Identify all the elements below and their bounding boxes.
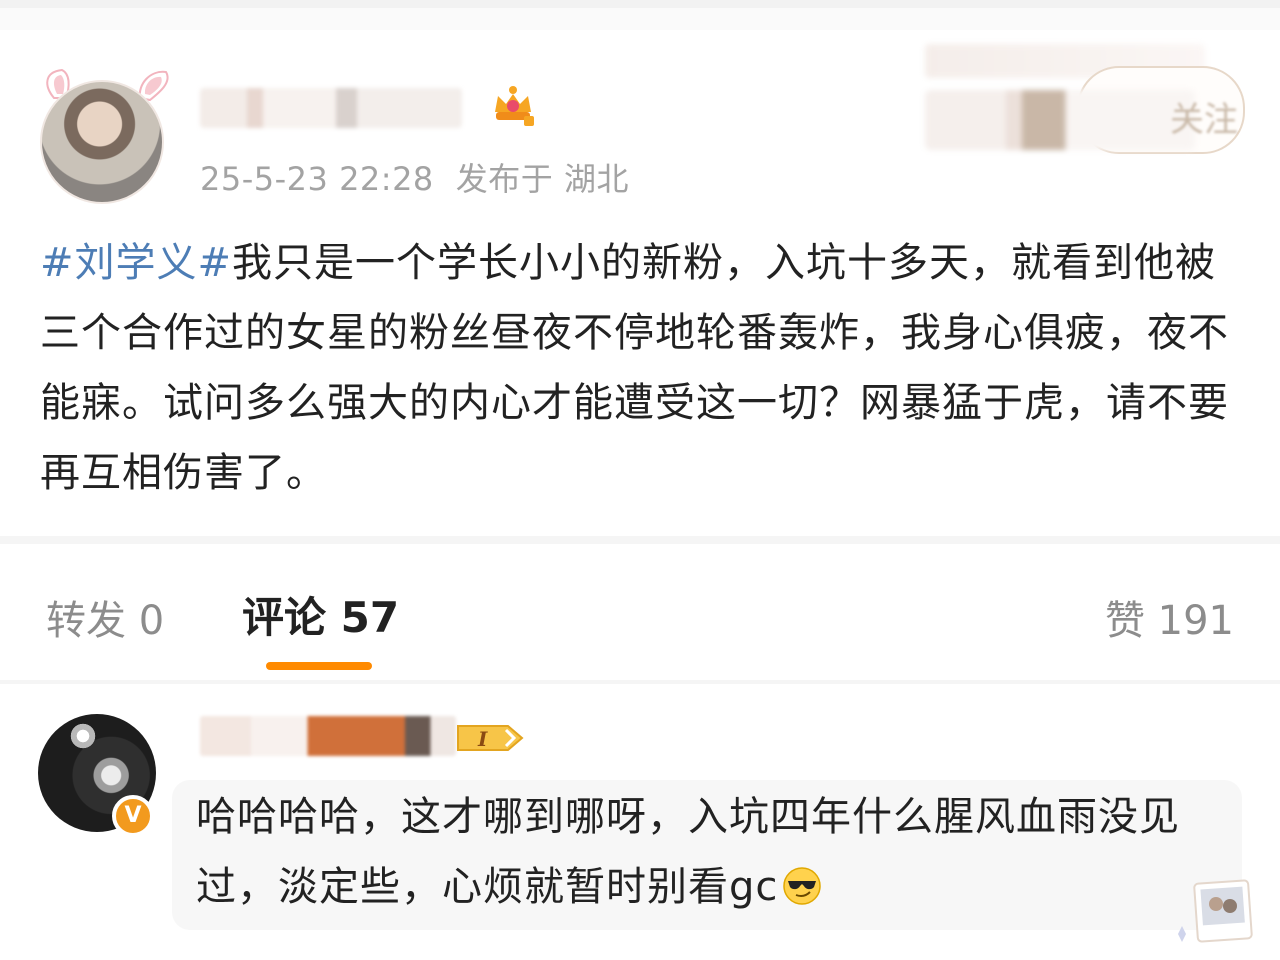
active-tab-indicator bbox=[266, 662, 372, 670]
comment-body: 哈哈哈哈，这才哪到哪呀，入坑四年什么腥风血雨没见过，淡定些，心烦就暂时别看gc bbox=[196, 794, 1180, 910]
post-body: #刘学义#我只是一个学长小小的新粉，入坑十多天，就看到他被三个合作过的女星的粉丝… bbox=[40, 228, 1250, 508]
section-divider bbox=[0, 536, 1280, 544]
top-strip-inner bbox=[0, 8, 1280, 30]
comment-text: 哈哈哈哈，这才哪到哪呀，入坑四年什么腥风血雨没见过，淡定些，心烦就暂时别看gc bbox=[196, 782, 1236, 922]
level-badge-text: I bbox=[477, 727, 488, 751]
top-strip bbox=[0, 0, 1280, 30]
tabs-divider bbox=[0, 680, 1280, 684]
commenter-name-blurred[interactable] bbox=[200, 716, 456, 756]
crown-icon bbox=[495, 86, 534, 126]
verified-badge: V bbox=[112, 795, 154, 837]
level-badge-icon: I bbox=[457, 725, 524, 751]
avatar[interactable] bbox=[40, 80, 164, 204]
post-tabs: 转发 0 评论 57 赞 191 bbox=[0, 544, 1280, 680]
sunglasses-emoji-icon bbox=[783, 867, 822, 905]
author-avatar-wrap[interactable] bbox=[40, 62, 169, 204]
post-location: 发布于 湖北 bbox=[455, 160, 629, 198]
post-hashtag[interactable]: #刘学义# bbox=[40, 240, 232, 286]
tab-repost[interactable]: 转发 0 bbox=[46, 588, 164, 646]
follow-button-label[interactable]: 关注 bbox=[1170, 92, 1238, 141]
photo-sticker-icon bbox=[1178, 879, 1253, 943]
post-meta: 25-5-23 22:28 发布于 湖北 bbox=[200, 154, 629, 200]
tab-likes[interactable]: 赞 191 bbox=[1105, 588, 1234, 646]
post-timestamp: 25-5-23 22:28 bbox=[200, 160, 434, 198]
follow-area-blurred bbox=[925, 90, 1195, 150]
tab-comments[interactable]: 评论 57 bbox=[242, 584, 399, 645]
author-name-blurred[interactable] bbox=[200, 88, 462, 128]
